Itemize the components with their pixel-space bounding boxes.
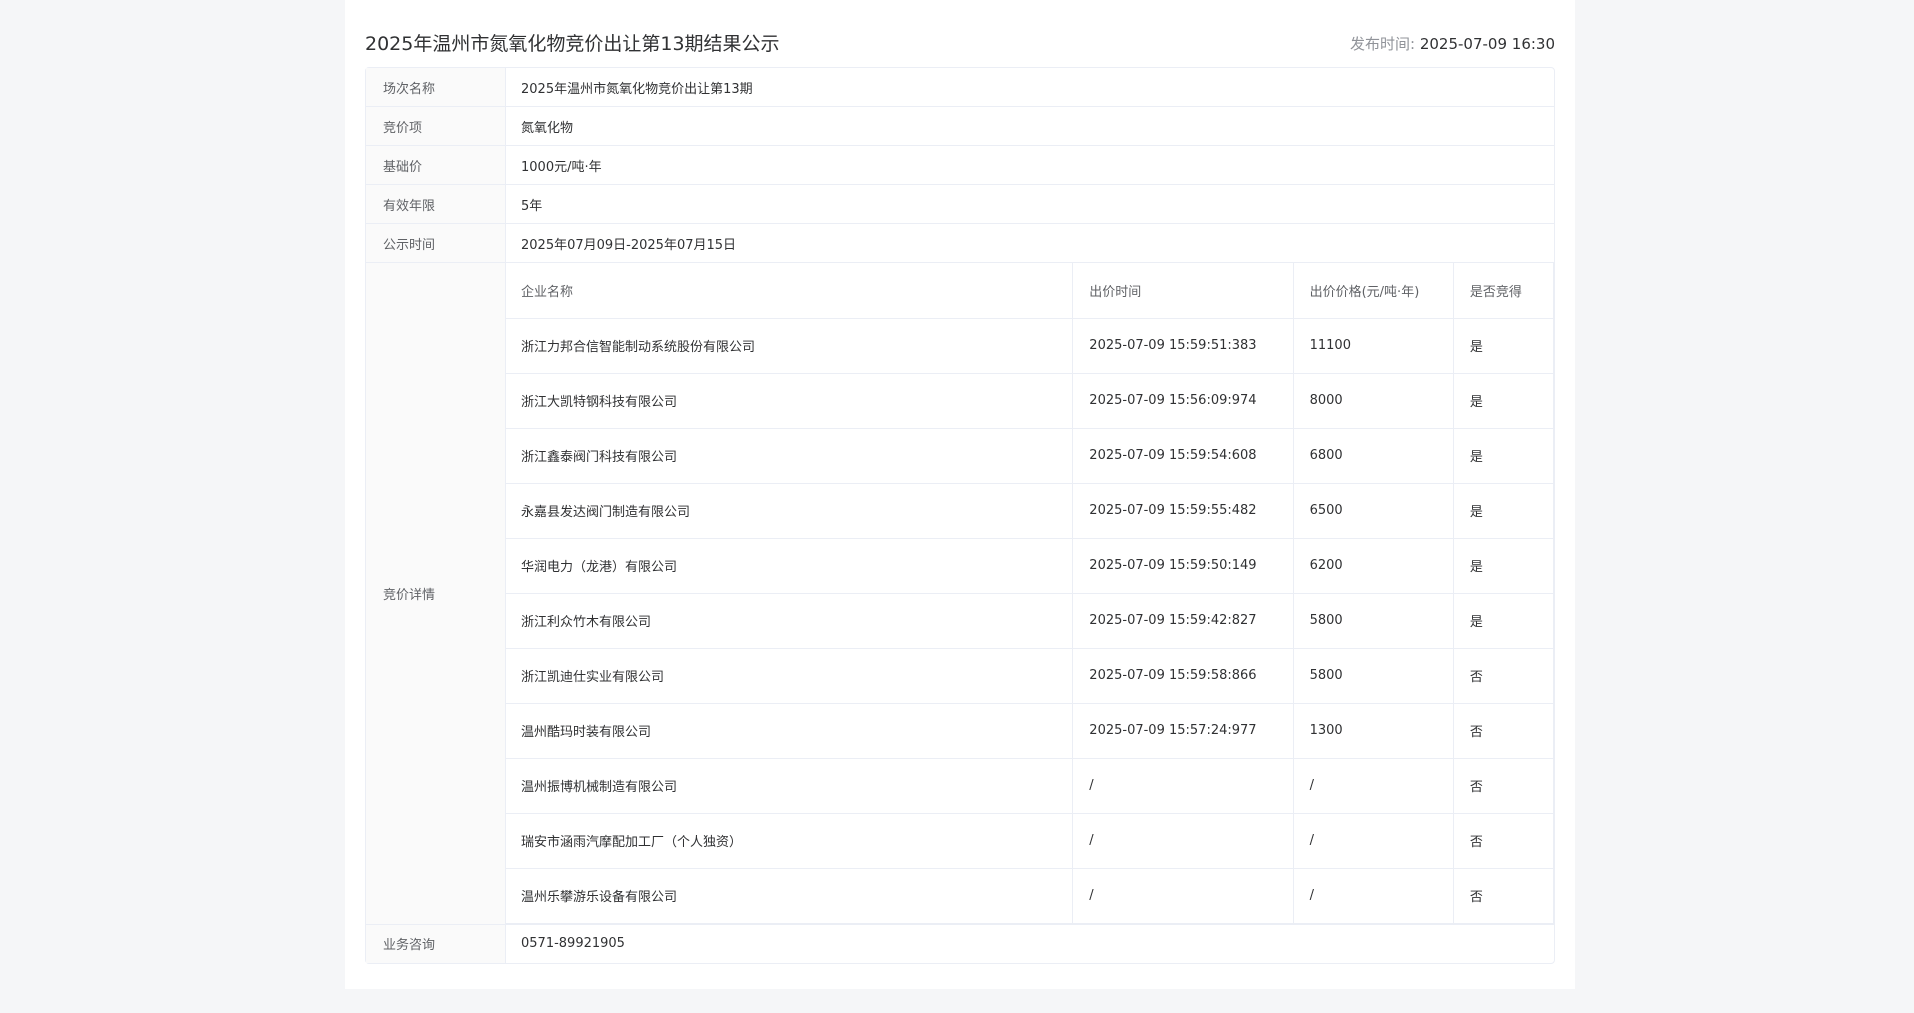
column-header-bid-price: 出价价格(元/吨·年) — [1293, 263, 1454, 319]
bid-price-cell: / — [1293, 758, 1454, 814]
bid-time-cell: / — [1072, 758, 1294, 814]
won-cell: 是 — [1453, 538, 1555, 594]
publish-time: 发布时间: 2025-07-09 16:30 — [1350, 28, 1555, 60]
company-cell: 华润电力（龙港）有限公司 — [506, 538, 1074, 594]
info-row-validity: 有效年限 5年 — [366, 185, 1554, 224]
column-header-won: 是否竞得 — [1453, 263, 1555, 319]
company-cell: 浙江鑫泰阀门科技有限公司 — [506, 428, 1074, 484]
bid-time-cell: 2025-07-09 15:59:54:608 — [1072, 428, 1294, 484]
table-row: 温州酷玛时装有限公司 2025-07-09 15:57:24:977 1300 … — [506, 703, 1555, 759]
base-price-label: 基础价 — [366, 146, 506, 184]
announcement-card: 2025年温州市氮氧化物竞价出让第13期结果公示 发布时间: 2025-07-0… — [345, 0, 1575, 989]
info-row-bid-details: 竞价详情 企业名称 出价时间 出价价格(元/吨·年) 是否竞得 浙江力邦合信智能… — [366, 263, 1555, 925]
bid-price-cell: / — [1293, 813, 1454, 869]
publish-time-label: 发布时间: — [1349, 35, 1416, 53]
bid-time-cell: 2025-07-09 15:59:58:866 — [1072, 648, 1294, 704]
company-cell: 浙江力邦合信智能制动系统股份有限公司 — [506, 318, 1074, 374]
won-cell: 否 — [1453, 868, 1555, 924]
info-row-session: 场次名称 2025年温州市氮氧化物竞价出让第13期 — [366, 68, 1554, 107]
column-header-bid-time: 出价时间 — [1072, 263, 1294, 319]
validity-value: 5年 — [521, 198, 543, 214]
consult-label: 业务咨询 — [366, 924, 506, 963]
bid-time-cell: 2025-07-09 15:59:42:827 — [1072, 593, 1294, 649]
column-header-company: 企业名称 — [506, 263, 1074, 319]
company-cell: 永嘉县发达阀门制造有限公司 — [506, 483, 1074, 539]
company-cell: 温州振博机械制造有限公司 — [506, 758, 1074, 814]
table-row: 浙江鑫泰阀门科技有限公司 2025-07-09 15:59:54:608 680… — [506, 428, 1555, 484]
bid-time-cell: / — [1072, 813, 1294, 869]
bid-table-header-row: 企业名称 出价时间 出价价格(元/吨·年) 是否竞得 — [506, 263, 1555, 319]
bid-details-label: 竞价详情 — [366, 263, 506, 924]
base-price-value: 1000元/吨·年 — [521, 159, 602, 175]
won-cell: 是 — [1453, 318, 1555, 374]
item-label: 竞价项 — [366, 107, 506, 145]
bid-price-cell: / — [1293, 868, 1454, 924]
bid-time-cell: 2025-07-09 15:56:09:974 — [1072, 373, 1294, 429]
bid-time-cell: 2025-07-09 15:59:50:149 — [1072, 538, 1294, 594]
company-cell: 浙江凯迪仕实业有限公司 — [506, 648, 1074, 704]
won-cell: 否 — [1453, 813, 1555, 869]
table-row: 瑞安市涵雨汽摩配加工厂（个人独资） / / 否 — [506, 813, 1555, 869]
company-cell: 温州酷玛时装有限公司 — [506, 703, 1074, 759]
info-row-notice-period: 公示时间 2025年07月09日-2025年07月15日 — [366, 224, 1554, 263]
bid-time-cell: 2025-07-09 15:59:55:482 — [1072, 483, 1294, 539]
bid-price-cell: 6800 — [1293, 428, 1454, 484]
table-row: 华润电力（龙港）有限公司 2025-07-09 15:59:50:149 620… — [506, 538, 1555, 594]
bid-price-cell: 11100 — [1293, 318, 1454, 374]
won-cell: 否 — [1453, 703, 1555, 759]
item-value: 氮氧化物 — [521, 120, 574, 136]
won-cell: 否 — [1453, 758, 1555, 814]
won-cell: 是 — [1453, 373, 1555, 429]
table-row: 浙江大凯特钢科技有限公司 2025-07-09 15:56:09:974 800… — [506, 373, 1555, 429]
company-cell: 温州乐攀游乐设备有限公司 — [506, 868, 1074, 924]
bid-price-cell: 8000 — [1293, 373, 1454, 429]
bid-time-cell: 2025-07-09 15:57:24:977 — [1072, 703, 1294, 759]
table-row: 浙江利众竹木有限公司 2025-07-09 15:59:42:827 5800 … — [506, 593, 1555, 649]
bid-price-cell: 5800 — [1293, 593, 1454, 649]
info-row-base-price: 基础价 1000元/吨·年 — [366, 146, 1554, 185]
won-cell: 是 — [1453, 483, 1555, 539]
won-cell: 否 — [1453, 648, 1555, 704]
publish-time-value: 2025-07-09 16:30 — [1419, 35, 1555, 53]
session-value: 2025年温州市氮氧化物竞价出让第13期 — [521, 81, 753, 97]
result-info-table: 场次名称 2025年温州市氮氧化物竞价出让第13期 竞价项 氮氧化物 基础价 1… — [365, 67, 1555, 964]
notice-period-value: 2025年07月09日-2025年07月15日 — [521, 237, 737, 253]
bid-price-cell: 1300 — [1293, 703, 1454, 759]
table-row: 永嘉县发达阀门制造有限公司 2025-07-09 15:59:55:482 65… — [506, 483, 1555, 539]
session-label: 场次名称 — [366, 68, 506, 106]
table-row: 温州乐攀游乐设备有限公司 / / 否 — [506, 868, 1555, 924]
consult-value: 0571-89921905 — [521, 936, 625, 951]
company-cell: 浙江利众竹木有限公司 — [506, 593, 1074, 649]
company-cell: 浙江大凯特钢科技有限公司 — [506, 373, 1074, 429]
bid-details-table: 企业名称 出价时间 出价价格(元/吨·年) 是否竞得 浙江力邦合信智能制动系统股… — [506, 263, 1555, 924]
table-row: 温州振博机械制造有限公司 / / 否 — [506, 758, 1555, 814]
bid-details-container: 企业名称 出价时间 出价价格(元/吨·年) 是否竞得 浙江力邦合信智能制动系统股… — [506, 263, 1555, 924]
bid-price-cell: 6500 — [1293, 483, 1454, 539]
won-cell: 是 — [1453, 593, 1555, 649]
bid-price-cell: 5800 — [1293, 648, 1454, 704]
company-cell: 瑞安市涵雨汽摩配加工厂（个人独资） — [506, 813, 1074, 869]
table-row: 浙江力邦合信智能制动系统股份有限公司 2025-07-09 15:59:51:3… — [506, 318, 1555, 374]
announcement-header: 2025年温州市氮氧化物竞价出让第13期结果公示 发布时间: 2025-07-0… — [365, 28, 1555, 60]
bid-time-cell: 2025-07-09 15:59:51:383 — [1072, 318, 1294, 374]
bid-table-body: 浙江力邦合信智能制动系统股份有限公司 2025-07-09 15:59:51:3… — [506, 318, 1555, 924]
info-row-item: 竞价项 氮氧化物 — [366, 107, 1554, 146]
table-row: 浙江凯迪仕实业有限公司 2025-07-09 15:59:58:866 5800… — [506, 648, 1555, 704]
bid-time-cell: / — [1072, 868, 1294, 924]
bid-price-cell: 6200 — [1293, 538, 1454, 594]
validity-label: 有效年限 — [366, 185, 506, 223]
won-cell: 是 — [1453, 428, 1555, 484]
notice-period-label: 公示时间 — [366, 224, 506, 262]
info-row-consult: 业务咨询 0571-89921905 — [366, 924, 1554, 963]
page-title: 2025年温州市氮氧化物竞价出让第13期结果公示 — [365, 33, 780, 55]
